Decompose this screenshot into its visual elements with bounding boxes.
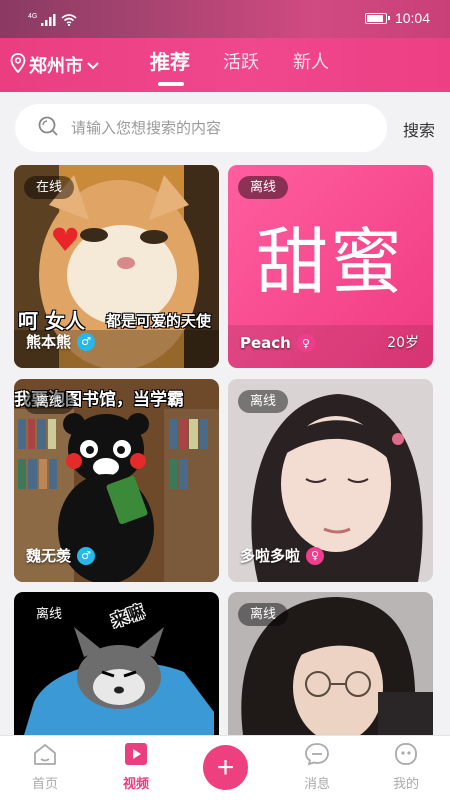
status-badge: 离线 — [238, 176, 289, 199]
search-input[interactable] — [71, 119, 361, 137]
nav-home-label: 首页 — [31, 777, 58, 792]
card-name-label: Peach — [240, 334, 291, 352]
overlay-caption: 甜蜜 — [256, 220, 405, 304]
tab-newcomers[interactable]: 新人 — [293, 48, 329, 74]
nav-messages[interactable]: 消息 — [282, 742, 352, 792]
male-icon: ♂ — [77, 332, 96, 351]
tab-recommend[interactable]: 推荐 — [150, 46, 190, 75]
card-name: 多啦多啦 ♀ — [240, 545, 325, 566]
tab-underline — [158, 82, 184, 86]
add-button[interactable]: + — [203, 745, 248, 790]
nav-profile-label: 我的 — [392, 777, 419, 792]
bottom-nav: 首页 视频 + 消息 我的 — [0, 735, 450, 800]
message-icon — [304, 742, 330, 770]
status-right: 10:04 — [364, 10, 430, 26]
status-badge: 离线 — [238, 390, 289, 413]
clock: 10:04 — [394, 10, 430, 26]
nav-messages-label: 消息 — [303, 777, 330, 792]
chevron-down-icon — [86, 56, 100, 75]
status-bar: 4G 10:04 — [0, 0, 450, 38]
network-label: 4G — [28, 13, 38, 20]
overlay-caption: 都是可爱的天使 — [106, 312, 212, 330]
age-label: 20岁 — [387, 335, 419, 351]
card-name-label: 多啦多啦 — [240, 547, 301, 565]
status-badge: 离线 — [238, 603, 289, 626]
search-box[interactable] — [15, 104, 387, 152]
status-badge: 离线 — [24, 603, 75, 626]
nav-video-label: 视频 — [122, 777, 149, 792]
search-icon — [37, 115, 59, 141]
female-icon: ♀ — [296, 334, 315, 352]
location-pin-icon — [10, 53, 26, 77]
search-button[interactable]: 搜索 — [403, 117, 435, 141]
card-name-label: 熊本熊 — [26, 333, 72, 351]
nav-profile[interactable]: 我的 — [371, 742, 441, 792]
status-badge: 离线 — [24, 391, 75, 414]
nav-home[interactable]: 首页 — [10, 742, 80, 792]
male-icon: ♂ — [77, 546, 96, 565]
female-icon: ♀ — [306, 546, 325, 565]
home-icon — [32, 742, 58, 770]
status-left: 4G — [28, 11, 77, 30]
card-name: Peach ♀ — [240, 334, 315, 352]
tab-active[interactable]: 活跃 — [223, 48, 259, 74]
status-badge: 在线 — [24, 176, 75, 199]
card-name: 熊本熊 ♂ — [26, 331, 96, 352]
battery-icon — [364, 12, 390, 24]
app-header: 4G 10:04 郑州市 推荐 活跃 新人 — [0, 0, 450, 92]
profile-icon — [393, 742, 419, 770]
signal-icon — [41, 11, 57, 30]
card-name-label: 魏无羡 — [26, 547, 72, 565]
overlay-caption: 呵 女人 — [18, 309, 85, 333]
user-card[interactable]: 呵 女人 都是可爱的天使 在线 熊本熊 ♂ — [14, 165, 219, 368]
user-card[interactable]: 甜蜜 离线 Peach ♀ 20岁 — [228, 165, 433, 368]
city-selector[interactable]: 郑州市 — [10, 52, 100, 78]
video-icon — [123, 742, 149, 770]
user-card[interactable]: 离线 — [228, 592, 433, 735]
top-nav: 郑州市 推荐 活跃 新人 — [0, 38, 450, 92]
city-label: 郑州市 — [29, 56, 83, 77]
user-card[interactable]: 来嘛 离线 — [14, 592, 219, 735]
user-card[interactable]: 离线 多啦多啦 ♀ — [228, 379, 433, 582]
wifi-icon — [61, 11, 77, 30]
card-name: 魏无羡 ♂ — [26, 545, 96, 566]
nav-video[interactable]: 视频 — [101, 742, 171, 792]
user-card[interactable]: 我要泡图书馆，当学霸 离线 魏无羡 ♂ — [14, 379, 219, 582]
search-row: 搜索 — [0, 92, 450, 162]
